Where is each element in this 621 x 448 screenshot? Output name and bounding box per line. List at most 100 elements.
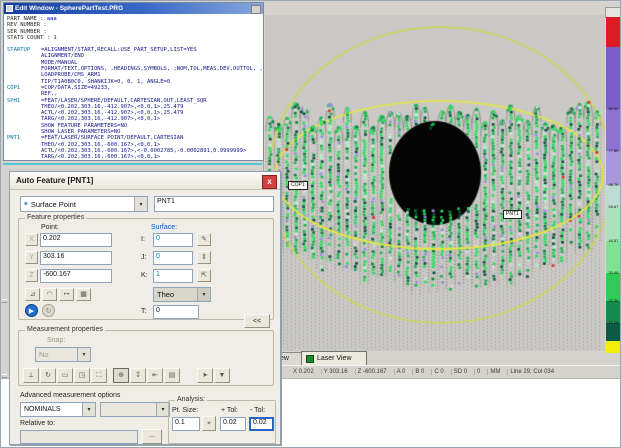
pointcloud-canvas[interactable] — [265, 15, 605, 351]
program-code: STARTUP=ALIGNMENT/START,RECALL:USE_PART_… — [7, 47, 263, 160]
view-tabstrip: ew Laser View — [263, 351, 621, 366]
vector-from-cad-icon[interactable]: ✎ — [197, 233, 211, 246]
scale-segment — [606, 17, 621, 47]
edit-window-icon — [6, 5, 13, 12]
pt-size-label: Pt. Size: — [172, 407, 198, 414]
feature-name-input[interactable]: PNT1 — [154, 196, 274, 212]
bounds-icon[interactable]: ⛶ — [91, 368, 107, 383]
pt-size-field[interactable]: 0.1 — [172, 417, 200, 431]
minus-tol-label: - Tol: — [250, 407, 265, 414]
pnt1-feature-label[interactable]: PNT1 — [503, 210, 522, 219]
status-item: Y 303.16 — [322, 369, 356, 375]
scale-tick-label: 22.38 — [606, 299, 621, 303]
filter-icon[interactable]: ▼ — [214, 368, 230, 383]
offset-icon[interactable]: ⇤ — [147, 368, 163, 383]
close-icon[interactable]: x — [262, 175, 277, 189]
status-item: SD 0 — [452, 369, 475, 375]
scale-segment — [606, 273, 621, 301]
redo-path-icon[interactable]: ↻ — [40, 368, 56, 383]
edit-window-titlebar[interactable]: Edit Window - SpherePartTest.PRG — [4, 3, 263, 14]
minus-tol-field[interactable]: 0.02 — [249, 417, 274, 431]
relative-to-field — [20, 430, 138, 444]
point-label: Point: — [41, 224, 59, 231]
z-axis-button[interactable]: Z — [25, 269, 38, 282]
x-axis-button[interactable]: X — [25, 233, 38, 246]
y-value-field[interactable]: 303.16 — [40, 251, 112, 265]
k-label: K: — [141, 272, 148, 279]
j-value-field[interactable]: 0 — [153, 251, 193, 265]
chevron-down-icon: ▾ — [134, 197, 147, 211]
chevron-down-icon: ▾ — [197, 288, 210, 301]
part-program-text[interactable]: PART NAME : aaa REV NUMBER : SER NUMBER … — [4, 14, 263, 161]
window-region-icon[interactable]: ▭ — [57, 368, 73, 383]
t-label: T: — [141, 308, 146, 315]
surface-label[interactable]: Surface: — [151, 224, 177, 231]
laser-3d-viewport[interactable]: COP1 PNT1 — [263, 15, 605, 351]
measurement-properties-group: Measurement properties Snap: No ▾ ⟂ ↻ ▭ … — [18, 330, 274, 386]
feature-properties-legend: Feature properties — [25, 214, 86, 221]
snap-dropdown: No ▾ — [35, 347, 91, 362]
y-axis-button[interactable]: Y — [25, 251, 38, 264]
scale-tick-label: 11.29 — [606, 321, 621, 325]
j-label: J: — [141, 254, 146, 261]
nominals-mode-dropdown: ▾ — [100, 402, 170, 417]
depth-icon[interactable]: ↧ — [130, 368, 146, 383]
scale-segment — [606, 47, 621, 109]
collapse-button[interactable]: << — [244, 314, 270, 328]
scale-segment — [606, 207, 621, 241]
status-item: C 0 — [432, 369, 451, 375]
status-item: Z -600.167 — [356, 369, 395, 375]
dialog-title: Auto Feature [PNT1] — [16, 176, 93, 185]
remeasure-button[interactable]: ↻ — [42, 304, 55, 317]
t-value-field[interactable]: 0 — [153, 305, 199, 319]
surface-point-icon: ✴ — [21, 200, 31, 208]
measure-now-button[interactable]: ▶ — [25, 304, 38, 317]
theo-mode-dropdown[interactable]: Theo ▾ — [153, 287, 211, 302]
docking-gutter — [1, 169, 9, 378]
i-label: I: — [141, 236, 145, 243]
scale-segment — [606, 241, 621, 273]
gripper[interactable] — [2, 374, 7, 378]
edit-window-menu-button[interactable] — [251, 5, 261, 14]
flip-vector-icon[interactable]: ⇕ — [197, 251, 211, 264]
deviation-color-scale: 80.9577.8666.7655.6744.5733.4822.3811.29 — [606, 17, 621, 353]
scale-segment — [606, 341, 621, 353]
cop-feature-label[interactable]: COP1 — [288, 181, 308, 190]
align-vector-icon[interactable]: ⇱ — [197, 269, 211, 282]
surface-scan-icon[interactable]: ◠ — [42, 288, 57, 301]
status-item: X 0.202 — [291, 369, 322, 375]
gripper[interactable] — [2, 299, 7, 303]
distance-icon[interactable]: ↦ — [59, 288, 74, 301]
feature-type-dropdown[interactable]: ✴ Surface Point ▾ — [20, 196, 148, 212]
snap-label: Snap: — [47, 337, 65, 344]
scale-tick-label: 66.76 — [606, 183, 621, 187]
measurement-properties-legend: Measurement properties — [25, 326, 105, 333]
target-center-icon[interactable]: ⊕ — [113, 368, 129, 383]
grid-icon[interactable]: ▦ — [76, 288, 91, 301]
scale-segment — [606, 323, 621, 341]
z-value-field[interactable]: -600.167 — [40, 269, 112, 283]
browse-button[interactable]: ... — [142, 429, 162, 444]
edit-pen-icon[interactable]: ➤ — [197, 368, 213, 383]
tab-laser-view[interactable]: Laser View — [301, 351, 367, 365]
scale-tick-label: 44.57 — [606, 239, 621, 243]
pattern-icon[interactable]: ▤ — [164, 368, 180, 383]
scale-tick-label: 33.48 — [606, 271, 621, 275]
plus-tol-label: + Tol: — [221, 407, 238, 414]
edit-window-title: Edit Window - SpherePartTest.PRG — [15, 5, 123, 12]
probe-mode-icon[interactable]: ⟂ — [23, 368, 39, 383]
advanced-options-label: Advanced measurement options — [20, 392, 120, 399]
dialog-titlebar[interactable]: Auto Feature [PNT1] — [10, 172, 280, 190]
k-value-field[interactable]: 1 — [153, 269, 193, 283]
scale-segment — [606, 151, 621, 185]
scale-tick-label: 77.86 — [606, 149, 621, 153]
x-value-field[interactable]: 0.202 — [40, 233, 112, 247]
status-item: B 0 — [413, 369, 432, 375]
corner-region-icon[interactable]: ◳ — [74, 368, 90, 383]
i-value-field[interactable]: 0 — [153, 233, 193, 247]
status-item: Line 29, Col 034 — [508, 369, 561, 375]
plus-tol-field[interactable]: 0.02 — [220, 417, 246, 431]
nominals-dropdown[interactable]: NOMINALS ▾ — [20, 402, 96, 417]
axes-mode-icon[interactable]: ⊿ — [25, 288, 40, 301]
analysis-view-icon[interactable]: ⌖ — [202, 416, 216, 431]
